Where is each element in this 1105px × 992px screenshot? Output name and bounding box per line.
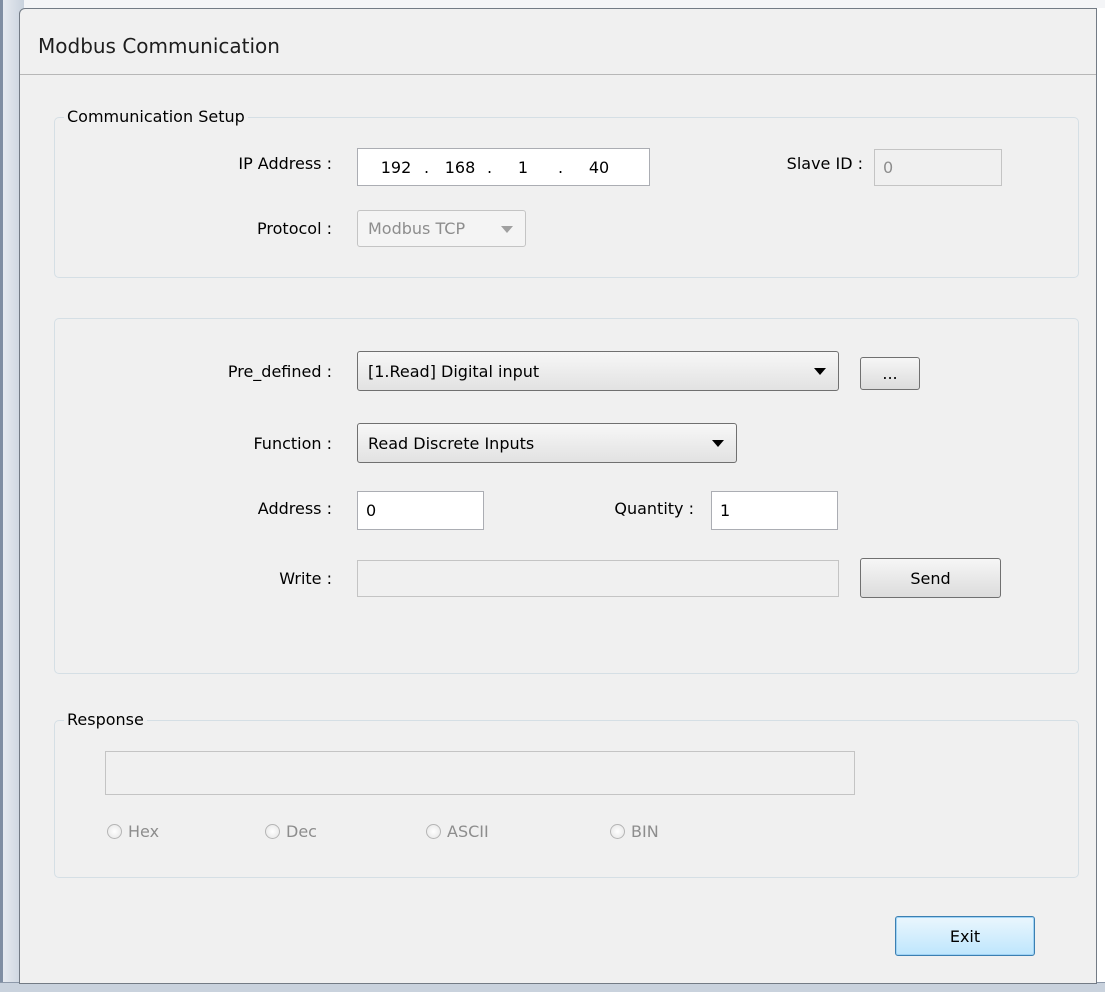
- window-top-edge: [0, 0, 1105, 8]
- quantity-label: Quantity :: [614, 499, 694, 518]
- dec-radio[interactable]: Dec: [265, 822, 317, 841]
- function-label: Function :: [253, 434, 332, 453]
- hex-radio-label: Hex: [128, 822, 160, 841]
- slave-id-label: Slave ID :: [786, 154, 863, 173]
- ascii-radio-label: ASCII: [447, 822, 489, 841]
- ip-octet-1: 192: [380, 157, 412, 177]
- response-label: Response: [64, 710, 147, 729]
- browse-button[interactable]: ...: [860, 357, 920, 390]
- protocol-label: Protocol :: [257, 219, 332, 238]
- ip-dot: .: [558, 157, 564, 177]
- predefined-value: [1.Read] Digital input: [368, 361, 540, 381]
- address-field[interactable]: 0: [357, 491, 484, 530]
- title-separator: [20, 74, 1096, 75]
- ascii-radio[interactable]: ASCII: [426, 822, 489, 841]
- communication-setup-group: [54, 117, 1079, 278]
- write-field[interactable]: [357, 560, 839, 597]
- send-button[interactable]: Send: [860, 558, 1001, 598]
- chevron-down-icon: [501, 225, 513, 233]
- ip-octet-4: 40: [588, 157, 610, 177]
- response-group: [54, 720, 1079, 878]
- predefined-select[interactable]: [1.Read] Digital input: [357, 351, 839, 391]
- response-field[interactable]: [105, 751, 855, 795]
- ip-dot: .: [424, 157, 430, 177]
- chevron-down-icon: [814, 368, 826, 375]
- communication-setup-label: Communication Setup: [64, 107, 248, 126]
- chevron-down-icon: [712, 440, 724, 447]
- exit-button[interactable]: Exit: [895, 916, 1035, 956]
- function-value: Read Discrete Inputs: [368, 433, 535, 453]
- radio-circle-icon: [107, 824, 122, 839]
- address-label: Address :: [257, 499, 332, 518]
- slave-id-field[interactable]: 0: [874, 149, 1002, 186]
- ip-address-label: IP Address :: [238, 154, 332, 173]
- ip-address-field[interactable]: 192 . 168 . 1 . 40: [357, 148, 650, 186]
- hex-radio[interactable]: Hex: [107, 822, 159, 841]
- dec-radio-label: Dec: [286, 822, 317, 841]
- predefined-label: Pre_defined :: [227, 362, 332, 381]
- bin-radio[interactable]: BIN: [610, 822, 659, 841]
- ip-octet-3: 1: [517, 157, 529, 177]
- radio-circle-icon: [265, 824, 280, 839]
- write-label: Write :: [279, 569, 332, 588]
- ip-dot: .: [487, 157, 493, 177]
- quantity-field[interactable]: 1: [711, 491, 838, 530]
- protocol-value: Modbus TCP: [368, 219, 466, 238]
- radio-circle-icon: [610, 824, 625, 839]
- radio-circle-icon: [426, 824, 441, 839]
- function-select[interactable]: Read Discrete Inputs: [357, 423, 737, 463]
- protocol-select[interactable]: Modbus TCP: [357, 210, 526, 247]
- bin-radio-label: BIN: [631, 822, 659, 841]
- ip-octet-2: 168: [444, 157, 476, 177]
- window-title: Modbus Communication: [38, 34, 280, 58]
